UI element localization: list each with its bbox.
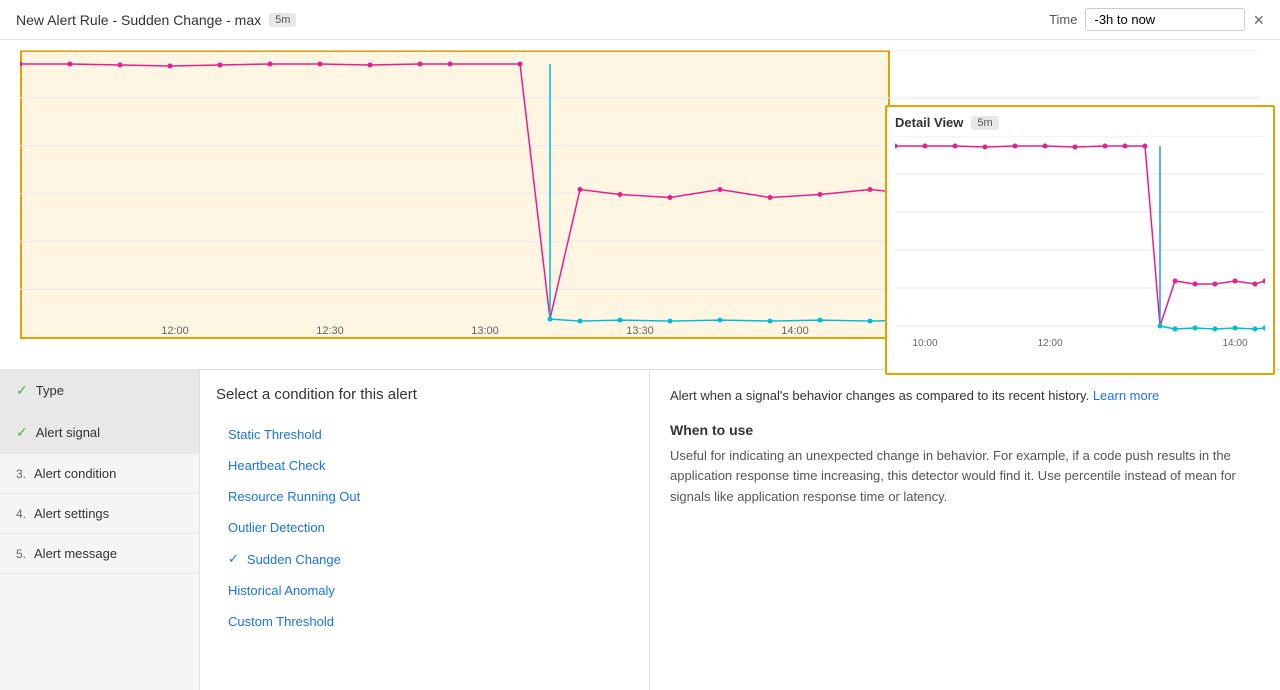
check-icon-alert-signal: ✓ bbox=[16, 424, 28, 441]
detail-badge: 5m bbox=[971, 116, 998, 130]
step-num-5: 5. bbox=[16, 547, 26, 561]
detail-panel: Detail View 5m bbox=[885, 105, 1275, 375]
sidebar-item-alert-settings[interactable]: 4. Alert settings bbox=[0, 494, 199, 534]
sidebar-label-type: Type bbox=[36, 383, 64, 398]
condition-static-threshold[interactable]: Static Threshold bbox=[216, 419, 633, 450]
header-left: New Alert Rule - Sudden Change - max 5m bbox=[16, 12, 296, 28]
header-right: Time × bbox=[1049, 8, 1264, 31]
svg-text:10:00: 10:00 bbox=[912, 338, 937, 349]
desc-intro: Alert when a signal's behavior changes a… bbox=[670, 386, 1260, 406]
svg-text:13:30: 13:30 bbox=[626, 325, 654, 337]
condition-label-heartbeat-check: Heartbeat Check bbox=[228, 458, 326, 473]
condition-label-historical-anomaly: Historical Anomaly bbox=[228, 583, 335, 598]
bottom-layout: ✓ Type ✓ Alert signal 3. Alert condition… bbox=[0, 370, 1280, 690]
condition-label-resource-running-out: Resource Running Out bbox=[228, 489, 360, 504]
check-icon-sudden-change: ✓ bbox=[228, 551, 239, 567]
detail-chart-svg: 10:00 12:00 14:00 0 20 40 60 80 100 bbox=[895, 136, 1265, 366]
chart-area: 12:00 12:30 13:00 13:30 14:00 14:30 0 20… bbox=[0, 40, 1280, 370]
svg-text:12:30: 12:30 bbox=[316, 325, 344, 337]
svg-text:12:00: 12:00 bbox=[161, 325, 189, 337]
sidebar: ✓ Type ✓ Alert signal 3. Alert condition… bbox=[0, 370, 200, 690]
learn-more-link[interactable]: Learn more bbox=[1093, 388, 1159, 403]
step-num-3: 3. bbox=[16, 467, 26, 481]
condition-sudden-change[interactable]: ✓ Sudden Change bbox=[216, 543, 633, 575]
sidebar-label-alert-message: Alert message bbox=[34, 546, 117, 561]
condition-resource-running-out[interactable]: Resource Running Out bbox=[216, 481, 633, 512]
sidebar-item-type[interactable]: ✓ Type bbox=[0, 370, 199, 412]
svg-text:14:00: 14:00 bbox=[1222, 338, 1247, 349]
desc-intro-text: Alert when a signal's behavior changes a… bbox=[670, 388, 1089, 403]
header-badge: 5m bbox=[269, 13, 296, 27]
sidebar-label-alert-signal: Alert signal bbox=[36, 425, 100, 440]
condition-heartbeat-check[interactable]: Heartbeat Check bbox=[216, 450, 633, 481]
time-input[interactable] bbox=[1085, 8, 1245, 31]
time-label: Time bbox=[1049, 12, 1077, 27]
condition-label-static-threshold: Static Threshold bbox=[228, 427, 322, 442]
condition-label-sudden-change: Sudden Change bbox=[247, 552, 341, 567]
condition-outlier-detection[interactable]: Outlier Detection bbox=[216, 512, 633, 543]
svg-text:14:00: 14:00 bbox=[781, 325, 809, 337]
conditions-panel: Select a condition for this alert Static… bbox=[200, 370, 650, 690]
detail-chart: 10:00 12:00 14:00 0 20 40 60 80 100 bbox=[895, 136, 1265, 358]
condition-label-custom-threshold: Custom Threshold bbox=[228, 614, 334, 629]
detail-title: Detail View bbox=[895, 115, 963, 130]
sidebar-label-alert-settings: Alert settings bbox=[34, 506, 109, 521]
svg-text:13:00: 13:00 bbox=[471, 325, 499, 337]
sidebar-label-alert-condition: Alert condition bbox=[34, 466, 116, 481]
check-icon-type: ✓ bbox=[16, 382, 28, 399]
step-num-4: 4. bbox=[16, 507, 26, 521]
condition-custom-threshold[interactable]: Custom Threshold bbox=[216, 606, 633, 637]
close-button[interactable]: × bbox=[1253, 11, 1264, 29]
page-title: New Alert Rule - Sudden Change - max bbox=[16, 12, 261, 28]
sidebar-item-alert-message[interactable]: 5. Alert message bbox=[0, 534, 199, 574]
sidebar-item-alert-condition[interactable]: 3. Alert condition bbox=[0, 454, 199, 494]
description-panel: Alert when a signal's behavior changes a… bbox=[650, 370, 1280, 690]
condition-label-outlier-detection: Outlier Detection bbox=[228, 520, 325, 535]
sidebar-item-alert-signal[interactable]: ✓ Alert signal bbox=[0, 412, 199, 454]
header: New Alert Rule - Sudden Change - max 5m … bbox=[0, 0, 1280, 40]
conditions-title: Select a condition for this alert bbox=[216, 386, 633, 403]
detail-header: Detail View 5m bbox=[895, 115, 1265, 130]
when-to-use-title: When to use bbox=[670, 422, 1260, 438]
condition-historical-anomaly[interactable]: Historical Anomaly bbox=[216, 575, 633, 606]
when-to-use-body: Useful for indicating an unexpected chan… bbox=[670, 446, 1260, 508]
svg-text:12:00: 12:00 bbox=[1037, 338, 1062, 349]
